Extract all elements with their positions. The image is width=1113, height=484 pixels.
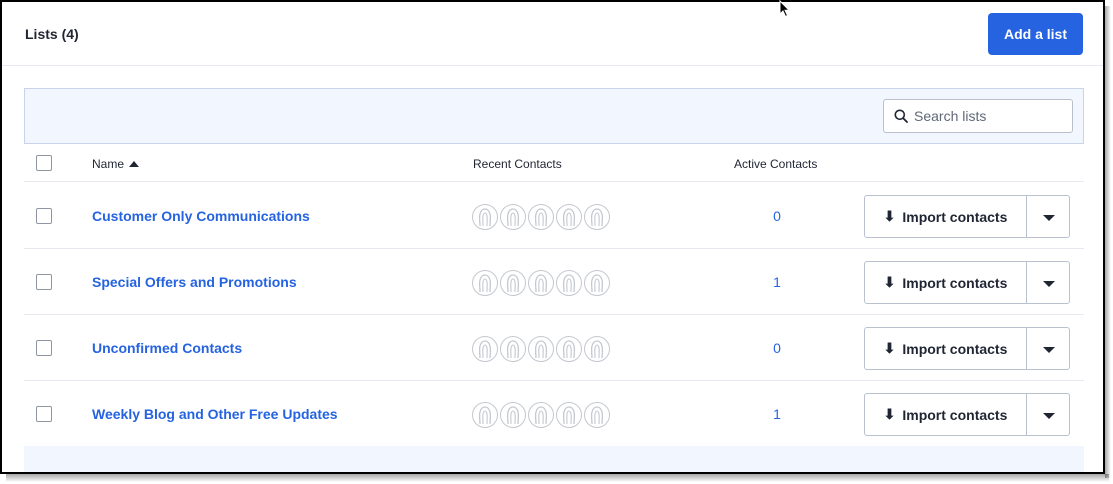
table-header: Name Recent Contacts Active Contacts [24, 144, 1084, 182]
row-actions-dropdown-button[interactable] [1026, 195, 1070, 238]
table-row: Weekly Blog and Other Free Updates 1 ⬇ Impo… [24, 381, 1084, 447]
import-contacts-label: Import contacts [902, 208, 1008, 225]
list-name-link[interactable]: Weekly Blog and Other Free Updates [92, 406, 338, 422]
list-name-link[interactable]: Unconfirmed Contacts [92, 340, 242, 356]
recent-contacts-avatars [472, 402, 612, 428]
avatar-placeholder-icon [584, 402, 610, 428]
avatar-placeholder-icon [556, 402, 582, 428]
active-contacts-count[interactable]: 1 [772, 274, 782, 290]
row-checkbox[interactable] [36, 340, 52, 356]
avatar-placeholder-icon [584, 204, 610, 230]
caret-down-icon [1043, 281, 1055, 287]
row-checkbox[interactable] [36, 208, 52, 224]
avatar-placeholder-icon [500, 270, 526, 296]
caret-down-icon [1043, 413, 1055, 419]
avatar-placeholder-icon [556, 270, 582, 296]
avatar-placeholder-icon [556, 336, 582, 362]
row-checkbox[interactable] [36, 406, 52, 422]
import-contacts-label: Import contacts [902, 274, 1008, 291]
avatar-placeholder-icon [584, 336, 610, 362]
avatar-placeholder-icon [472, 336, 498, 362]
avatar-placeholder-icon [528, 204, 554, 230]
import-contacts-label: Import contacts [902, 406, 1008, 423]
window-shadow-right [1105, 6, 1111, 478]
page-title: Lists (4) [25, 26, 79, 42]
avatar-placeholder-icon [472, 270, 498, 296]
download-arrow-icon: ⬇ [883, 208, 896, 224]
window-shadow-bottom [6, 474, 1109, 482]
column-header-name-label: Name [92, 157, 125, 171]
avatar-placeholder-icon [528, 336, 554, 362]
avatar-placeholder-icon [556, 204, 582, 230]
list-name-link[interactable]: Customer Only Communications [92, 208, 310, 224]
import-contacts-button[interactable]: ⬇ Import contacts [864, 393, 1027, 436]
recent-contacts-avatars [472, 270, 612, 296]
search-icon [894, 109, 908, 123]
avatar-placeholder-icon [472, 204, 498, 230]
avatar-placeholder-icon [500, 204, 526, 230]
add-list-button[interactable]: Add a list [988, 13, 1083, 55]
sort-ascending-icon [129, 161, 140, 167]
column-header-active: Active Contacts [734, 157, 818, 171]
avatar-placeholder-icon [528, 402, 554, 428]
active-contacts-count[interactable]: 0 [772, 208, 782, 224]
row-actions-dropdown-button[interactable] [1026, 261, 1070, 304]
avatar-placeholder-icon [528, 270, 554, 296]
caret-down-icon [1043, 347, 1055, 353]
table-row: Customer Only Communications 0 ⬇ Import con… [24, 183, 1084, 249]
row-actions-dropdown-button[interactable] [1026, 327, 1070, 370]
avatar-placeholder-icon [472, 402, 498, 428]
list-name-link[interactable]: Special Offers and Promotions [92, 274, 297, 290]
mouse-cursor-icon [779, 0, 791, 18]
select-all-checkbox[interactable] [36, 155, 52, 171]
row-checkbox[interactable] [36, 274, 52, 290]
lists-page: Lists (4) Add a list Name Recent Contact… [0, 0, 1105, 474]
download-arrow-icon: ⬇ [883, 406, 896, 422]
list-toolbar [24, 88, 1084, 144]
column-header-recent: Recent Contacts [473, 157, 562, 171]
download-arrow-icon: ⬇ [883, 340, 896, 356]
search-input[interactable] [914, 101, 1064, 131]
avatar-placeholder-icon [584, 270, 610, 296]
column-header-name[interactable]: Name [92, 157, 140, 171]
recent-contacts-avatars [472, 336, 612, 362]
table-row: Special Offers and Promotions 1 ⬇ Import co… [24, 249, 1084, 315]
caret-down-icon [1043, 215, 1055, 221]
import-contacts-button[interactable]: ⬇ Import contacts [864, 327, 1027, 370]
import-contacts-button[interactable]: ⬇ Import contacts [864, 195, 1027, 238]
page-header: Lists (4) Add a list [2, 2, 1103, 66]
avatar-placeholder-icon [500, 336, 526, 362]
row-actions-dropdown-button[interactable] [1026, 393, 1070, 436]
import-contacts-label: Import contacts [902, 340, 1008, 357]
download-arrow-icon: ⬇ [883, 274, 896, 290]
active-contacts-count[interactable]: 1 [772, 406, 782, 422]
recent-contacts-avatars [472, 204, 612, 230]
table-row: Unconfirmed Contacts 0 ⬇ Import contacts [24, 315, 1084, 381]
import-contacts-button[interactable]: ⬇ Import contacts [864, 261, 1027, 304]
avatar-placeholder-icon [500, 402, 526, 428]
search-box[interactable] [883, 99, 1073, 133]
table-footer [24, 446, 1084, 472]
active-contacts-count[interactable]: 0 [772, 340, 782, 356]
